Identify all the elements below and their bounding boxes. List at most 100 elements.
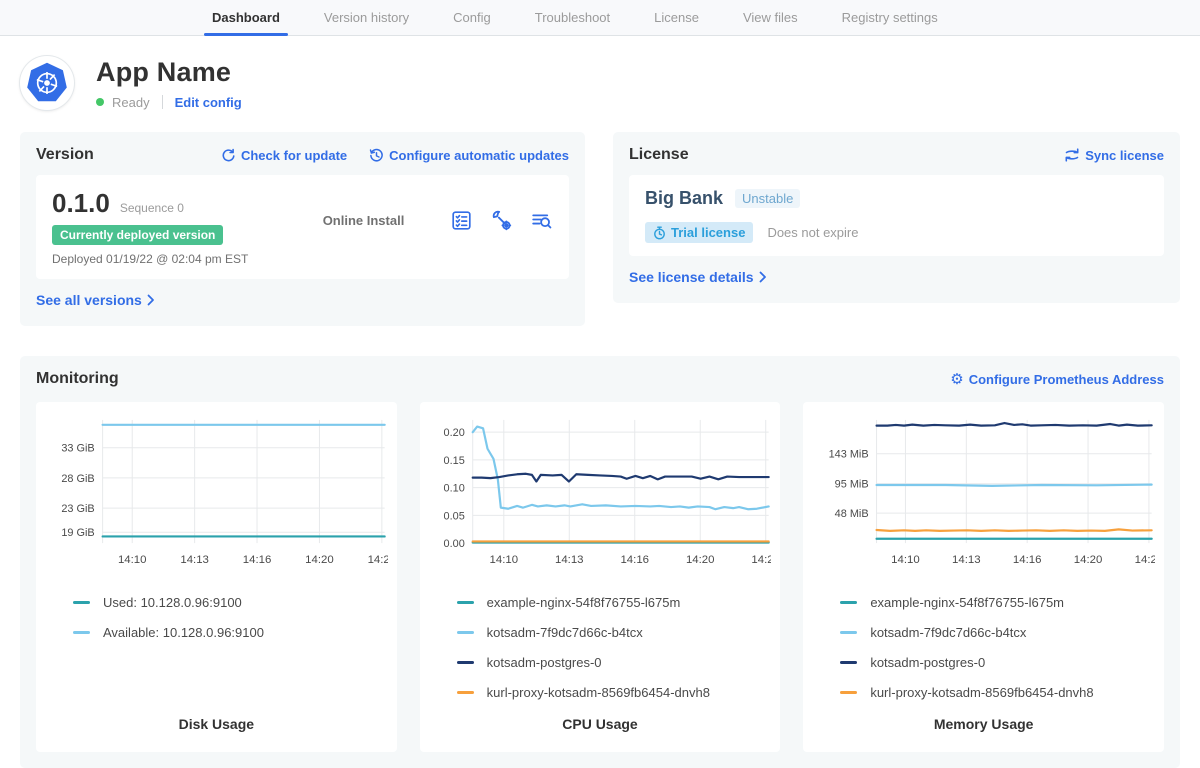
disk-usage-chart: 19 GiB23 GiB28 GiB33 GiB14:1014:1314:161… — [45, 412, 388, 571]
legend-swatch-icon — [457, 661, 474, 664]
legend-item[interactable]: kotsadm-7f9dc7d66c-b4tcx — [840, 625, 1155, 640]
refresh-icon — [221, 148, 236, 163]
channel-badge: Unstable — [735, 189, 800, 208]
sync-arrows-icon — [1064, 148, 1080, 162]
tab-troubleshoot[interactable]: Troubleshoot — [513, 0, 632, 35]
configure-prometheus-link[interactable]: ⚙ Configure Prometheus Address — [950, 372, 1164, 387]
legend-label: kurl-proxy-kotsadm-8569fb6454-dnvh8 — [870, 685, 1093, 700]
clock-refresh-icon — [369, 148, 384, 163]
release-notes-button[interactable] — [450, 209, 473, 232]
chart-title-disk: Disk Usage — [45, 700, 388, 740]
current-version-card: 0.1.0 Sequence 0 Currently deployed vers… — [36, 175, 569, 279]
svg-text:14:20: 14:20 — [1074, 554, 1103, 566]
app-header: App Name Ready Edit config — [0, 36, 1200, 118]
deploy-logs-button[interactable] — [530, 209, 553, 232]
svg-text:14:13: 14:13 — [180, 554, 209, 566]
cpu-usage-legend: example-nginx-54f8f76755-l675m kotsadm-7f… — [457, 595, 772, 700]
monitoring-heading: Monitoring — [36, 370, 119, 388]
config-values-button[interactable] — [490, 209, 513, 232]
legend-item[interactable]: Used: 10.128.0.96:9100 — [73, 595, 388, 610]
svg-text:28 GiB: 28 GiB — [61, 473, 94, 485]
tab-license[interactable]: License — [632, 0, 721, 35]
license-section: License Sync license Big Bank Unstable — [613, 132, 1180, 303]
app-status: Ready — [112, 95, 150, 110]
svg-text:14:10: 14:10 — [892, 554, 921, 566]
legend-item[interactable]: kotsadm-postgres-0 — [840, 655, 1155, 670]
legend-swatch-icon — [73, 631, 90, 634]
deployed-timestamp: Deployed 01/19/22 @ 02:04 pm EST — [52, 252, 277, 266]
license-expiry: Does not expire — [767, 225, 858, 240]
edit-config-link[interactable]: Edit config — [175, 95, 242, 110]
legend-label: Used: 10.128.0.96:9100 — [103, 595, 242, 610]
tab-version-history[interactable]: Version history — [302, 0, 431, 35]
logs-search-icon — [530, 209, 553, 232]
deployed-badge: Currently deployed version — [52, 225, 223, 245]
legend-label: kurl-proxy-kotsadm-8569fb6454-dnvh8 — [487, 685, 710, 700]
version-heading: Version — [36, 146, 94, 164]
version-section: Version Check for update Configure au — [20, 132, 585, 326]
svg-text:0.15: 0.15 — [443, 455, 464, 467]
svg-text:33 GiB: 33 GiB — [61, 443, 94, 455]
legend-swatch-icon — [840, 691, 857, 694]
svg-text:14:23: 14:23 — [368, 554, 388, 566]
monitoring-section: Monitoring ⚙ Configure Prometheus Addres… — [20, 356, 1180, 768]
tab-config[interactable]: Config — [431, 0, 513, 35]
legend-swatch-icon — [457, 691, 474, 694]
legend-item[interactable]: kurl-proxy-kotsadm-8569fb6454-dnvh8 — [457, 685, 772, 700]
svg-text:14:20: 14:20 — [686, 554, 715, 566]
checklist-icon — [450, 209, 473, 232]
see-all-versions-link[interactable]: See all versions — [36, 292, 155, 308]
tab-registry-settings[interactable]: Registry settings — [820, 0, 960, 35]
license-customer-name: Big Bank — [645, 188, 723, 209]
svg-text:14:10: 14:10 — [118, 554, 147, 566]
configure-automatic-updates-link[interactable]: Configure automatic updates — [369, 148, 569, 163]
legend-label: example-nginx-54f8f76755-l675m — [870, 595, 1064, 610]
svg-text:0.20: 0.20 — [443, 427, 464, 439]
svg-text:14:16: 14:16 — [1013, 554, 1042, 566]
chart-title-memory: Memory Usage — [812, 700, 1155, 740]
legend-swatch-icon — [457, 601, 474, 604]
svg-text:14:23: 14:23 — [1135, 554, 1155, 566]
memory-usage-chart: 48 MiB95 MiB143 MiB14:1014:1314:1614:201… — [812, 412, 1155, 571]
legend-item[interactable]: example-nginx-54f8f76755-l675m — [840, 595, 1155, 610]
cpu-usage-chart: 0.000.050.100.150.2014:1014:1314:1614:20… — [429, 412, 772, 571]
legend-label: kotsadm-postgres-0 — [870, 655, 985, 670]
check-for-update-link[interactable]: Check for update — [221, 148, 347, 163]
sync-license-link[interactable]: Sync license — [1064, 148, 1164, 163]
tab-dashboard[interactable]: Dashboard — [190, 0, 302, 35]
gear-icon: ⚙ — [950, 372, 963, 387]
svg-text:95 MiB: 95 MiB — [835, 479, 869, 491]
legend-item[interactable]: kurl-proxy-kotsadm-8569fb6454-dnvh8 — [840, 685, 1155, 700]
tab-view-files[interactable]: View files — [721, 0, 820, 35]
svg-text:0.00: 0.00 — [443, 538, 464, 550]
svg-text:0.10: 0.10 — [443, 483, 464, 495]
memory-usage-chart-card: 48 MiB95 MiB143 MiB14:1014:1314:1614:201… — [803, 402, 1164, 752]
svg-text:14:13: 14:13 — [555, 554, 584, 566]
top-navigation: Dashboard Version history Config Trouble… — [0, 0, 1200, 36]
install-type: Online Install — [277, 213, 450, 228]
svg-text:19 GiB: 19 GiB — [61, 527, 94, 539]
svg-text:14:16: 14:16 — [243, 554, 272, 566]
legend-item[interactable]: kotsadm-7f9dc7d66c-b4tcx — [457, 625, 772, 640]
svg-text:14:10: 14:10 — [489, 554, 518, 566]
license-card: Big Bank Unstable Trial license Does not… — [629, 175, 1164, 256]
kubernetes-logo-icon — [20, 56, 74, 110]
legend-item[interactable]: Available: 10.128.0.96:9100 — [73, 625, 388, 640]
legend-label: kotsadm-7f9dc7d66c-b4tcx — [870, 625, 1026, 640]
legend-swatch-icon — [840, 631, 857, 634]
legend-item[interactable]: kotsadm-postgres-0 — [457, 655, 772, 670]
disk-usage-legend: Used: 10.128.0.96:9100 Available: 10.128.… — [73, 595, 388, 640]
see-license-details-link[interactable]: See license details — [629, 269, 767, 285]
svg-text:14:20: 14:20 — [305, 554, 334, 566]
stopwatch-icon — [653, 226, 666, 240]
legend-swatch-icon — [840, 601, 857, 604]
legend-label: Available: 10.128.0.96:9100 — [103, 625, 264, 640]
chevron-right-icon — [759, 271, 767, 283]
svg-text:0.05: 0.05 — [443, 510, 464, 522]
legend-item[interactable]: example-nginx-54f8f76755-l675m — [457, 595, 772, 610]
cpu-usage-chart-card: 0.000.050.100.150.2014:1014:1314:1614:20… — [420, 402, 781, 752]
memory-usage-legend: example-nginx-54f8f76755-l675m kotsadm-7f… — [840, 595, 1155, 700]
chevron-right-icon — [147, 294, 155, 306]
version-number: 0.1.0 — [52, 188, 110, 219]
version-sequence: Sequence 0 — [120, 201, 184, 215]
